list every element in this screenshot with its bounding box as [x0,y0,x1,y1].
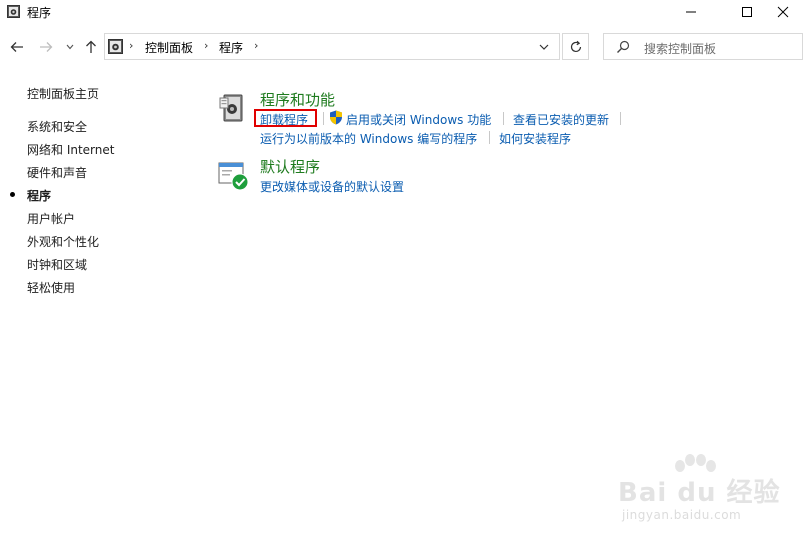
windows-features-link[interactable]: 启用或关闭 Windows 功能 [346,111,491,128]
control-panel-icon [108,39,123,54]
current-item-bullet-icon [10,192,15,197]
sidebar-item-appearance[interactable]: 外观和个性化 [27,233,99,250]
sidebar-item-user-accounts[interactable]: 用户帐户 [27,210,75,227]
arrow-left-icon [10,42,23,52]
refresh-icon [570,40,581,52]
breadcrumb-control-panel[interactable]: 控制面板 [145,39,193,56]
sidebar-item-control-panel-home[interactable]: 控制面板主页 [27,85,99,102]
minimize-icon [686,11,696,13]
link-separator [620,112,621,125]
close-button[interactable] [760,0,804,24]
arrow-right-icon [40,42,53,52]
sidebar-item-ease-of-access[interactable]: 轻松使用 [27,279,75,296]
chevron-down-icon [66,44,74,50]
watermark-brand: Bai du 经验 [618,478,781,508]
forward-button[interactable] [37,38,55,56]
breadcrumb-separator-icon: › [129,39,134,52]
link-separator [503,112,504,125]
minimize-button[interactable] [668,0,714,24]
breadcrumb-separator-icon: › [204,39,209,52]
sidebar-item-hardware-sound[interactable]: 硬件和声音 [27,164,87,181]
search-box[interactable]: 搜索控制面板 [603,33,803,60]
link-separator [489,131,490,144]
how-to-install-link[interactable]: 如何安装程序 [499,130,571,147]
arrow-up-icon [86,40,96,53]
baidu-watermark: Bai du 经验 jingyan.baidu.com [616,454,780,530]
back-button[interactable] [8,38,26,56]
change-defaults-link[interactable]: 更改媒体或设备的默认设置 [260,178,404,195]
address-bar[interactable]: › 控制面板 › 程序 › [104,33,560,60]
group-title-programs-features[interactable]: 程序和功能 [260,89,335,110]
control-panel-app-icon [7,5,20,18]
compatibility-link[interactable]: 运行为以前版本的 Windows 编写的程序 [260,130,477,147]
breadcrumb-programs[interactable]: 程序 [219,39,243,56]
chevron-down-icon[interactable] [538,41,550,53]
search-icon [617,40,630,53]
sidebar-item-system-security[interactable]: 系统和安全 [27,118,87,135]
default-programs-icon[interactable] [218,162,250,192]
search-input[interactable]: 搜索控制面板 [644,40,716,57]
uac-shield-icon [330,110,342,125]
maximize-icon [742,7,752,17]
sidebar-item-network-internet[interactable]: 网络和 Internet [27,141,114,158]
sidebar-item-programs[interactable]: 程序 [27,187,51,204]
close-icon [777,6,789,18]
programs-features-icon[interactable] [218,92,246,124]
refresh-button[interactable] [562,33,589,60]
sidebar-item-clock-region[interactable]: 时钟和区域 [27,256,87,273]
watermark-url: jingyan.baidu.com [622,508,742,522]
group-title-default-programs[interactable]: 默认程序 [260,156,320,177]
link-separator [323,112,324,125]
title-bar: 程序 [0,0,804,24]
breadcrumb-separator-icon: › [254,39,259,52]
window-title: 程序 [27,6,52,20]
highlight-annotation-box [254,109,317,127]
recent-locations-button[interactable] [64,38,76,56]
up-button[interactable] [82,38,100,56]
installed-updates-link[interactable]: 查看已安装的更新 [513,111,609,128]
